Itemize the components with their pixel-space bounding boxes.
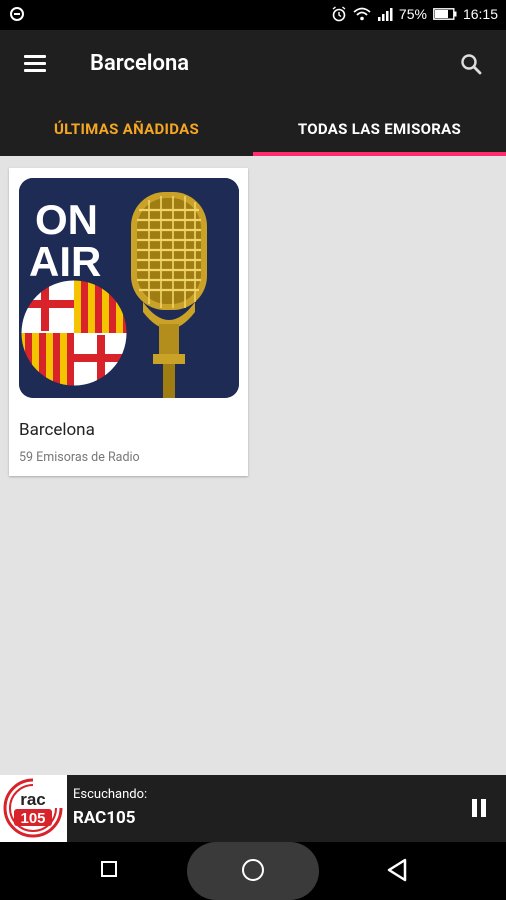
tab-todas-las-emisoras[interactable]: TODAS LAS EMISORAS <box>253 102 506 156</box>
menu-icon[interactable] <box>24 55 46 73</box>
recents-icon[interactable] <box>101 861 117 877</box>
pause-icon[interactable] <box>472 799 486 817</box>
tab-label: TODAS LAS EMISORAS <box>297 120 462 138</box>
card-image: ON AIR <box>19 178 239 398</box>
battery-percent: 75% <box>398 6 427 22</box>
now-playing-bar[interactable]: rac 105 Escuchando: RAC105 <box>0 775 506 842</box>
tab-ultimas-anadidas[interactable]: ÚLTIMAS AÑADIDAS <box>0 102 253 156</box>
now-playing-label: Escuchando: <box>73 787 148 802</box>
page-title: Barcelona <box>90 51 190 76</box>
back-icon[interactable] <box>386 858 408 882</box>
status-bar: 75% 16:15 <box>0 0 506 30</box>
card-title: Barcelona <box>19 420 95 440</box>
image-text-on: ON <box>35 196 98 243</box>
on-air-microphone-image: ON AIR <box>19 178 239 398</box>
do-not-disturb-icon <box>10 7 24 21</box>
logo-text-rac: rac <box>20 790 46 809</box>
card-subtitle: 59 Emisoras de Radio <box>19 450 140 465</box>
tab-bar: ÚLTIMAS AÑADIDAS TODAS LAS EMISORAS <box>0 102 506 156</box>
search-icon[interactable] <box>460 53 482 75</box>
logo-text-105: 105 <box>20 810 45 827</box>
wifi-icon <box>353 7 371 21</box>
rac105-logo-icon: rac 105 <box>0 775 67 842</box>
home-icon[interactable] <box>242 859 264 881</box>
content-area: ON AIR Barcelona 59 Emisoras de Radio <box>0 156 506 774</box>
app-bar: Barcelona <box>0 30 506 102</box>
battery-icon <box>433 8 457 20</box>
tab-label: ÚLTIMAS AÑADIDAS <box>53 120 200 138</box>
station-card[interactable]: ON AIR Barcelona 59 Emisoras de Radio <box>9 168 248 476</box>
alarm-icon <box>332 6 346 22</box>
signal-icon <box>377 8 393 21</box>
clock: 16:15 <box>462 6 498 22</box>
status-bar-right: 75% 16:15 <box>331 6 498 22</box>
navigation-bar <box>0 842 506 900</box>
now-playing-station: RAC105 <box>73 808 136 828</box>
image-text-air: AIR <box>29 238 101 285</box>
station-logo: rac 105 <box>0 775 67 842</box>
